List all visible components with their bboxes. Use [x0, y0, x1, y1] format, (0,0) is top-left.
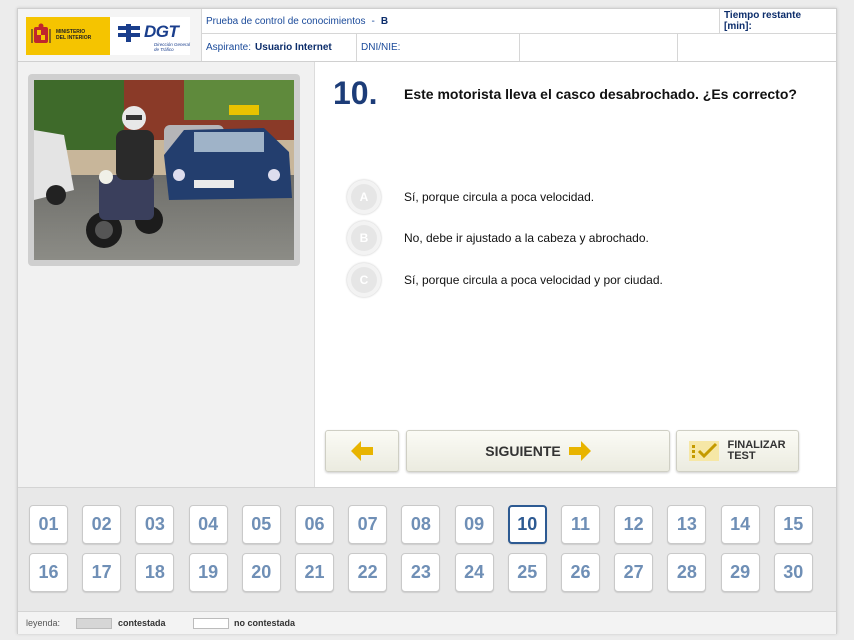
- next-button-label: SIGUIENTE: [485, 443, 561, 459]
- question-nav-button[interactable]: 19: [188, 553, 228, 592]
- question-nav-button[interactable]: 29: [720, 553, 760, 592]
- legend-unanswered-swatch: [193, 618, 229, 629]
- question-nav-button[interactable]: 16: [29, 553, 68, 592]
- question-nav-button[interactable]: 27: [614, 553, 654, 592]
- question-nav-button[interactable]: 08: [401, 505, 441, 544]
- header-row-test: Prueba de control de conocimientos - B T…: [202, 9, 836, 34]
- test-window: MINISTERIO DEL INTERIOR DGT Dirección Ge…: [17, 8, 837, 634]
- question-nav-button[interactable]: 30: [773, 553, 813, 592]
- question-nav-button[interactable]: 26: [561, 553, 600, 592]
- question-nav-button[interactable]: 01: [29, 505, 68, 544]
- option-b-text[interactable]: No, debe ir ajustado a la cabeza y abroc…: [404, 231, 649, 245]
- previous-button[interactable]: [325, 430, 399, 472]
- option-c-radio[interactable]: C: [347, 263, 381, 297]
- option-c-text[interactable]: Sí, porque circula a poca velocidad y po…: [404, 273, 663, 287]
- question-nav-button[interactable]: 03: [135, 505, 175, 544]
- option-b-radio[interactable]: B: [347, 221, 381, 255]
- header: MINISTERIO DEL INTERIOR DGT Dirección Ge…: [18, 9, 836, 62]
- question-nav-button[interactable]: 02: [82, 505, 122, 544]
- question-number: 10.: [333, 75, 378, 111]
- question-photo: [34, 80, 294, 260]
- legend-unanswered-text: no contestada: [234, 618, 296, 628]
- option-a-text[interactable]: Sí, porque circula a poca velocidad.: [404, 190, 594, 204]
- question-nav-button[interactable]: 25: [507, 553, 547, 592]
- question-nav-button[interactable]: 04: [188, 505, 228, 544]
- question-nav-button[interactable]: 18: [135, 553, 175, 592]
- ministerio-logo: MINISTERIO DEL INTERIOR: [26, 17, 110, 55]
- logo-area: MINISTERIO DEL INTERIOR DGT Dirección Ge…: [18, 9, 202, 61]
- dgt-logo-text: DGT: [144, 22, 179, 41]
- dgt-logo: DGT Dirección General de Tráfico: [110, 17, 190, 55]
- image-panel: [18, 62, 315, 487]
- question-nav-button[interactable]: 09: [454, 505, 494, 544]
- question-nav-button[interactable]: 17: [82, 553, 122, 592]
- question-nav-button[interactable]: 06: [295, 505, 334, 544]
- arrow-right-icon: [568, 441, 591, 461]
- finish-label-line2: TEST: [727, 450, 756, 462]
- arrow-left-icon: [351, 441, 373, 461]
- question-nav-button[interactable]: 24: [454, 553, 494, 592]
- option-a-radio[interactable]: A: [347, 180, 381, 214]
- dni-label: DNI/NIE:: [361, 42, 401, 53]
- finish-test-button[interactable]: FINALIZAR TEST: [676, 430, 799, 472]
- legend-answered-text: contestada: [118, 618, 166, 628]
- question-navigator: 01 02 03 04 05 06 07 08 09 10 11 12 13 14 15 16 17 18 19 20…: [18, 487, 836, 612]
- next-button[interactable]: SIGUIENTE: [406, 430, 670, 472]
- aspirant-name: Usuario Internet: [255, 42, 332, 53]
- answer-option-c[interactable]: C Sí, porque circula a poca velocidad y …: [347, 263, 827, 299]
- question-text: Este motorista lleva el casco desabrocha…: [404, 86, 797, 102]
- dgt-sub-line2: de Tráfico: [154, 47, 174, 52]
- header-empty-cell: [678, 34, 836, 61]
- time-remaining-label: Tiempo restante [min]:: [724, 10, 802, 32]
- question-nav-button[interactable]: 05: [241, 505, 281, 544]
- question-nav-button[interactable]: 28: [667, 553, 707, 592]
- question-nav-button[interactable]: 21: [295, 553, 334, 592]
- header-empty-cell: [520, 34, 678, 61]
- question-image-frame: [28, 74, 300, 266]
- question-nav-button[interactable]: 10: [507, 505, 547, 544]
- legend: leyenda: contestada no contestada: [18, 611, 836, 634]
- answer-option-a[interactable]: A Sí, porque circula a poca velocidad.: [347, 180, 827, 216]
- test-label: Prueba de control de conocimientos: [206, 15, 366, 27]
- aspirant-label: Aspirante:: [206, 42, 252, 53]
- question-nav-button[interactable]: 11: [561, 505, 600, 544]
- question-nav-button[interactable]: 13: [667, 505, 707, 544]
- question-nav-button[interactable]: 12: [614, 505, 654, 544]
- header-row-aspirant: Aspirante: Usuario Internet DNI/NIE:: [202, 34, 836, 61]
- dgt-mark-icon: [118, 24, 140, 42]
- ministerio-line2: DEL INTERIOR: [56, 35, 92, 41]
- coat-of-arms-icon: [31, 23, 51, 43]
- test-separator: -: [371, 15, 375, 27]
- question-nav-button[interactable]: 14: [720, 505, 760, 544]
- legend-answered-swatch: [76, 618, 112, 629]
- checklist-icon: [689, 441, 720, 461]
- question-nav-button[interactable]: 20: [241, 553, 281, 592]
- test-code: B: [380, 15, 389, 27]
- legend-label: leyenda:: [26, 618, 61, 628]
- question-nav-button[interactable]: 22: [348, 553, 388, 592]
- question-nav-button[interactable]: 15: [773, 505, 813, 544]
- question-nav-button[interactable]: 07: [348, 505, 388, 544]
- question-nav-button[interactable]: 23: [401, 553, 441, 592]
- answer-option-b[interactable]: B No, debe ir ajustado a la cabeza y abr…: [347, 221, 827, 257]
